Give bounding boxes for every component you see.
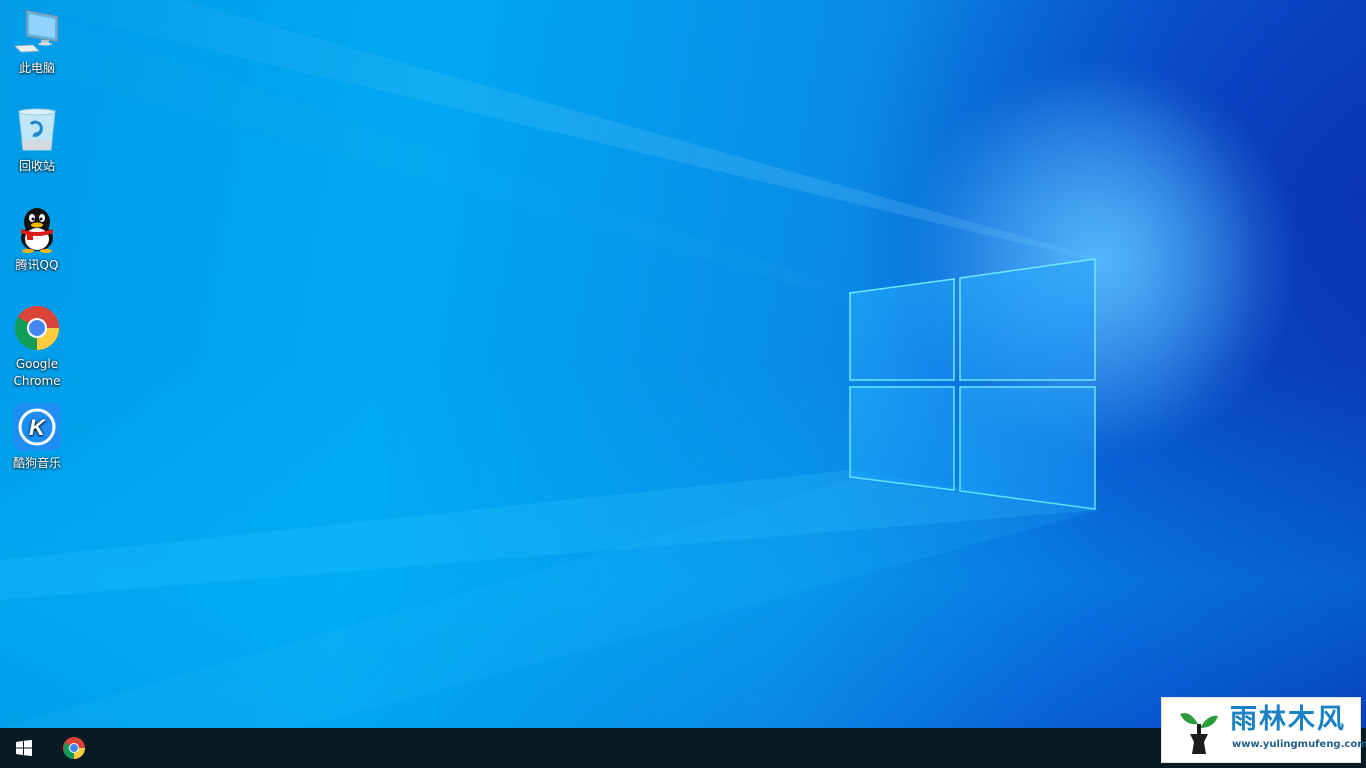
desktop-icon-this-pc[interactable]: 此电脑 bbox=[0, 8, 74, 77]
desktop-icon-recycle-bin[interactable]: 回收站 bbox=[0, 106, 74, 175]
chrome-icon bbox=[13, 304, 61, 352]
desktop-icon-kugou[interactable]: K 酷狗音乐 bbox=[0, 403, 74, 472]
windows-start-icon bbox=[16, 740, 32, 756]
taskbar-app-chrome[interactable] bbox=[50, 728, 98, 768]
chrome-icon bbox=[63, 737, 85, 759]
desktop-icon-chrome[interactable]: Google Chrome bbox=[0, 304, 74, 390]
qq-penguin-icon bbox=[13, 205, 61, 253]
wallpaper bbox=[0, 0, 1300, 728]
watermark-title: 雨林木风 bbox=[1230, 704, 1346, 735]
kugou-music-icon: K bbox=[13, 403, 61, 451]
desktop-icon-label: 回收站 bbox=[18, 159, 55, 173]
desktop-icon-label: 腾讯QQ bbox=[15, 258, 59, 272]
light-beam-upper bbox=[0, 0, 850, 300]
recycle-bin-icon bbox=[13, 106, 61, 154]
watermark-logo: 雨林木风 www.yulingmufeng.com bbox=[1161, 697, 1366, 763]
this-pc-icon bbox=[13, 8, 61, 56]
desktop-icon-label: 酷狗音乐 bbox=[12, 456, 61, 470]
desktop-icon-qq[interactable]: 腾讯QQ bbox=[0, 205, 74, 274]
watermark-url: www.yulingmufeng.com bbox=[1232, 739, 1366, 750]
tree-logo-icon bbox=[1180, 713, 1218, 754]
desktop: 此电脑 回收站 腾讯QQ Google Chrome K 酷狗音乐 bbox=[0, 0, 1366, 728]
desktop-icon-label: Google Chrome bbox=[13, 357, 61, 388]
desktop-icon-label: 此电脑 bbox=[18, 61, 55, 75]
svg-text:K: K bbox=[29, 415, 47, 440]
start-button[interactable] bbox=[0, 728, 48, 768]
